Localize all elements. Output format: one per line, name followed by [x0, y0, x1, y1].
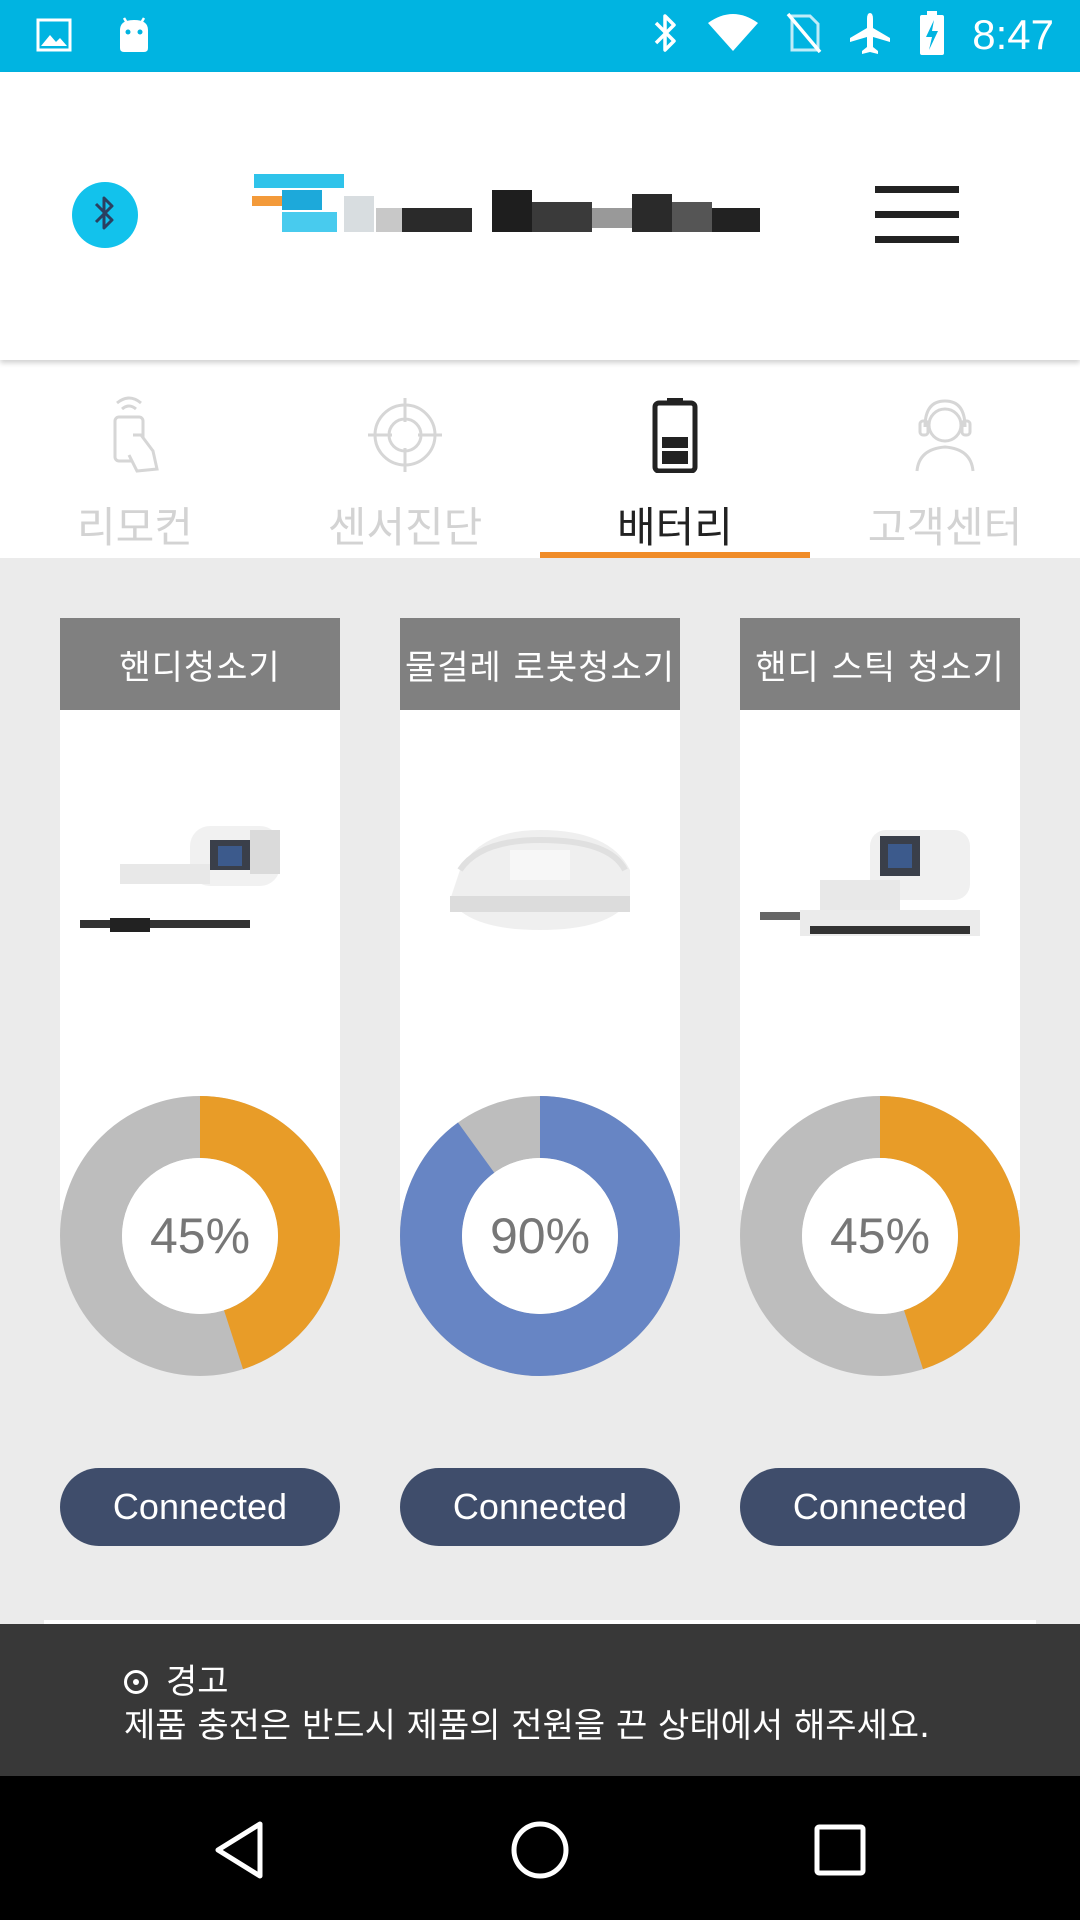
home-icon[interactable]: [500, 1810, 580, 1890]
connected-button[interactable]: Connected: [740, 1468, 1020, 1546]
battery-percent: 90%: [489, 1208, 591, 1264]
hamburger-menu-icon[interactable]: [875, 186, 959, 246]
tab-battery[interactable]: 배터리: [540, 360, 810, 558]
tab-label: 배터리: [617, 503, 733, 552]
bluetooth-icon: [652, 12, 680, 58]
tab-support[interactable]: 고객센터: [810, 360, 1080, 558]
brand-logo: [252, 172, 762, 262]
device-card-stick[interactable]: 핸디 스틱 청소기 45% Connected: [740, 618, 1020, 1546]
battery-percent: 45%: [829, 1208, 931, 1264]
android-icon: [116, 16, 152, 58]
bluetooth-button[interactable]: [72, 182, 138, 248]
image-icon: [36, 18, 72, 56]
device-card-handy[interactable]: 핸디청소기 45% Connected: [60, 618, 340, 1546]
device-name: 핸디 스틱 청소기: [740, 618, 1020, 710]
warning-message: 제품 충전은 반드시 제품의 전원을 끈 상태에서 해주세요.: [124, 1706, 930, 1746]
app-header: [0, 72, 1080, 360]
device-card-robot[interactable]: 물걸레 로봇청소기 90% Connected: [400, 618, 680, 1546]
system-nav-bar: [0, 1776, 1080, 1920]
back-icon[interactable]: [200, 1810, 280, 1890]
device-name: 핸디청소기: [60, 618, 340, 710]
warning-title: 경고: [166, 1662, 229, 1702]
bluetooth-icon: [93, 195, 117, 235]
tab-label: 고객센터: [867, 503, 1023, 552]
robot-mop-image: [420, 800, 660, 950]
battery-icon: [625, 390, 725, 480]
airplane-icon: [848, 11, 892, 59]
status-bar: 8:47: [0, 0, 1080, 72]
tab-label: 센서진단: [327, 503, 483, 552]
connected-button[interactable]: Connected: [400, 1468, 680, 1546]
tab-bar: 리모컨 센서진단 배터리 고객센터: [0, 360, 1080, 558]
handy-vacuum-image: [80, 800, 320, 950]
warning-banner: 경고 제품 충전은 반드시 제품의 전원을 끈 상태에서 해주세요.: [0, 1624, 1080, 1776]
battery-percent: 45%: [149, 1208, 251, 1264]
target-icon: [355, 390, 455, 480]
headset-agent-icon: [895, 390, 995, 480]
device-name: 물걸레 로봇청소기: [400, 618, 680, 710]
no-sim-icon: [786, 12, 822, 58]
wifi-icon: [706, 13, 760, 57]
connected-button[interactable]: Connected: [60, 1468, 340, 1546]
remote-touch-icon: [85, 390, 185, 480]
tab-remote[interactable]: 리모컨: [0, 360, 270, 558]
status-time: 8:47: [972, 11, 1054, 58]
tab-sensor[interactable]: 센서진단: [270, 360, 540, 558]
battery-charging-icon: [918, 10, 946, 60]
tab-label: 리모컨: [77, 503, 193, 552]
stick-vacuum-image: [760, 800, 1000, 950]
recents-icon[interactable]: [800, 1810, 880, 1890]
warning-dot-icon: [124, 1670, 148, 1694]
